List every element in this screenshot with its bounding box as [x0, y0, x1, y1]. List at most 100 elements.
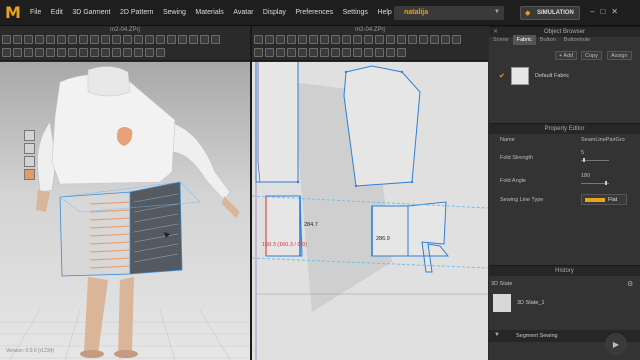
brush-icon[interactable] — [79, 48, 88, 57]
free-sewing-icon[interactable] — [265, 48, 274, 57]
grain-icon[interactable] — [430, 35, 439, 44]
tack-tool-icon[interactable] — [57, 35, 66, 44]
sewing-icon[interactable] — [101, 48, 110, 57]
app-logo[interactable]: M — [3, 3, 23, 23]
menu-preferences[interactable]: Preferences — [295, 9, 333, 16]
symmetry-icon[interactable] — [364, 48, 373, 57]
menu-3d-garment[interactable]: 3D Garment — [72, 9, 110, 16]
close-icon[interactable]: ✕ — [611, 8, 618, 16]
snap-tool-icon[interactable] — [200, 35, 209, 44]
fold-strength-value[interactable]: 5 — [581, 150, 584, 156]
assign-fabric-button[interactable]: Assign — [607, 51, 632, 60]
viewport-3d[interactable] — [0, 62, 250, 360]
menu-2d-pattern[interactable]: 2D Pattern — [120, 9, 153, 16]
history-settings-icon[interactable]: ⚙ — [627, 280, 633, 288]
rivet-tool-icon[interactable] — [189, 35, 198, 44]
circle-icon[interactable] — [320, 35, 329, 44]
seam-allowance-icon[interactable] — [419, 35, 428, 44]
pin-tool-icon[interactable] — [24, 35, 33, 44]
light-icon[interactable] — [134, 48, 143, 57]
fit-map-icon[interactable] — [156, 48, 165, 57]
add-fabric-button[interactable]: + Add — [555, 51, 578, 60]
select-tool-icon[interactable] — [2, 35, 11, 44]
graphic-tool-icon[interactable] — [123, 35, 132, 44]
measure-tool-icon[interactable] — [68, 35, 77, 44]
maximize-icon[interactable]: □ — [600, 8, 605, 16]
texture-2d-icon[interactable] — [342, 48, 351, 57]
fold-angle-value[interactable]: 180 — [581, 173, 590, 179]
layout-icon[interactable] — [397, 48, 406, 57]
tape-2d-icon[interactable] — [331, 48, 340, 57]
edit-sewing-icon[interactable] — [309, 48, 318, 57]
polygon-icon[interactable] — [298, 35, 307, 44]
fold-angle-knob[interactable] — [605, 181, 607, 185]
user-selector[interactable]: natalija ▼ — [394, 6, 504, 20]
lock-icon[interactable] — [57, 48, 66, 57]
fold-tool-icon[interactable] — [35, 35, 44, 44]
fabric-list-item[interactable]: ✔ Default Fabric — [493, 66, 636, 88]
minimize-icon[interactable]: – — [590, 8, 594, 16]
play-icon[interactable]: ▶ — [605, 333, 627, 355]
rectangle-icon[interactable] — [309, 35, 318, 44]
tab-fabric[interactable]: Fabric — [512, 35, 536, 45]
reset-icon[interactable] — [46, 48, 55, 57]
tab-button[interactable]: Button — [536, 35, 560, 45]
menu-materials[interactable]: Materials — [195, 9, 223, 16]
avatar-view-icon[interactable] — [24, 143, 35, 154]
pin-icon[interactable] — [68, 48, 77, 57]
texture-tool-icon[interactable] — [112, 35, 121, 44]
copy-fabric-button[interactable]: Copy — [581, 51, 602, 60]
menu-file[interactable]: File — [30, 9, 41, 16]
tab-buttonhole[interactable]: Buttonhole — [560, 35, 594, 45]
internal-polygon-icon[interactable] — [331, 35, 340, 44]
zoom-icon[interactable] — [386, 48, 395, 57]
slash-icon[interactable] — [397, 35, 406, 44]
name-value[interactable]: SeamLinePairGro — [581, 137, 625, 143]
text-icon[interactable] — [452, 35, 461, 44]
strengthen-tool-icon[interactable] — [101, 35, 110, 44]
elastic-tool-icon[interactable] — [211, 35, 220, 44]
piping-tool-icon[interactable] — [178, 35, 187, 44]
strain-map-icon[interactable] — [145, 48, 154, 57]
ruler-icon[interactable] — [441, 35, 450, 44]
grid-icon[interactable] — [375, 48, 384, 57]
fold-strength-slider[interactable] — [581, 160, 609, 161]
skin-view-icon[interactable] — [24, 169, 35, 180]
add-point-icon[interactable] — [287, 35, 296, 44]
transform-pattern-icon[interactable] — [254, 35, 263, 44]
camera-icon[interactable] — [112, 48, 121, 57]
menu-avatar[interactable]: Avatar — [233, 9, 253, 16]
sewing-line-type-select[interactable]: Flat — [581, 194, 627, 205]
graphic-2d-icon[interactable] — [353, 48, 362, 57]
menu-edit[interactable]: Edit — [51, 9, 63, 16]
trace-icon[interactable] — [375, 35, 384, 44]
tack-icon[interactable] — [298, 48, 307, 57]
buttonhole-tool-icon[interactable] — [145, 35, 154, 44]
move-tool-icon[interactable] — [13, 35, 22, 44]
internal-rectangle-icon[interactable] — [342, 35, 351, 44]
history-list-item[interactable]: 3D State_1 — [493, 293, 636, 315]
fabric-view-icon[interactable] — [24, 156, 35, 167]
arrange-tool-icon[interactable] — [46, 35, 55, 44]
topstitch-tool-icon[interactable] — [167, 35, 176, 44]
viewport-2d[interactable]: 160.3 (160.3 / 0.0) 284.7 286.9 — [252, 62, 488, 360]
pleat-icon[interactable] — [386, 35, 395, 44]
hanger-icon[interactable] — [13, 48, 22, 57]
layer-icon[interactable] — [90, 48, 99, 57]
tape-tool-icon[interactable] — [79, 35, 88, 44]
avatar-tool-icon[interactable] — [90, 35, 99, 44]
m-n-sewing-icon[interactable] — [276, 48, 285, 57]
internal-circle-icon[interactable] — [353, 35, 362, 44]
menu-settings[interactable]: Settings — [343, 9, 368, 16]
check-sewing-icon[interactable] — [287, 48, 296, 57]
fold-strength-knob[interactable] — [583, 158, 585, 162]
shirt-view-icon[interactable] — [24, 130, 35, 141]
shirt-icon[interactable] — [24, 48, 33, 57]
view-icon[interactable] — [123, 48, 132, 57]
flatten-icon[interactable] — [35, 48, 44, 57]
segment-sewing-icon[interactable] — [254, 48, 263, 57]
menu-display[interactable]: Display — [263, 9, 286, 16]
menu-help[interactable]: Help — [377, 9, 391, 16]
zipper-tool-icon[interactable] — [156, 35, 165, 44]
tab-scene[interactable]: Scene — [489, 35, 513, 45]
